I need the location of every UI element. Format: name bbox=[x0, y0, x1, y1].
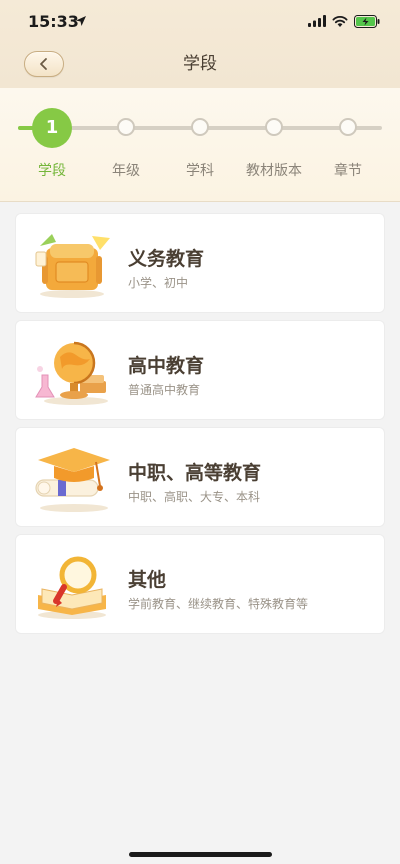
step-label-textbook-version[interactable]: 教材版本 bbox=[234, 160, 314, 180]
step-node-3[interactable] bbox=[191, 118, 209, 136]
item-subtitle: 普通高中教育 bbox=[128, 383, 201, 397]
stage-item-other[interactable]: 其他 学前教育、继续教育、特殊教育等 bbox=[15, 534, 385, 634]
navigation-bar: 学段 bbox=[0, 44, 400, 88]
status-time: 15:33 bbox=[28, 12, 79, 31]
stage-item-compulsory[interactable]: 义务教育 小学、初中 bbox=[15, 213, 385, 313]
item-subtitle: 小学、初中 bbox=[128, 276, 189, 290]
backpack-icon bbox=[35, 234, 110, 298]
home-indicator[interactable] bbox=[129, 852, 272, 857]
step-node-1[interactable]: 1 bbox=[32, 108, 72, 148]
step-label-stage[interactable]: 学段 bbox=[12, 160, 92, 180]
battery-charging-icon bbox=[354, 14, 380, 28]
cellular-signal-icon bbox=[308, 15, 326, 27]
status-bar: 15:33 bbox=[0, 0, 400, 44]
item-title: 高中教育 bbox=[128, 355, 205, 377]
globe-icon bbox=[35, 341, 108, 405]
item-title: 其他 bbox=[128, 569, 167, 591]
page-title: 学段 bbox=[183, 54, 217, 74]
item-title: 中职、高等教育 bbox=[128, 462, 262, 484]
stage-item-high-school[interactable]: 高中教育 普通高中教育 bbox=[15, 320, 385, 420]
step-label-subject[interactable]: 学科 bbox=[160, 160, 240, 180]
stage-item-vocational-higher[interactable]: 中职、高等教育 中职、高职、大专、本科 bbox=[15, 427, 385, 527]
step-label-grade[interactable]: 年级 bbox=[86, 160, 166, 180]
item-subtitle: 学前教育、继续教育、特殊教育等 bbox=[128, 597, 309, 611]
step-node-2[interactable] bbox=[117, 118, 135, 136]
location-arrow-icon bbox=[76, 16, 86, 26]
stage-list: 义务教育 小学、初中 高中教育 普通高中教育 中职、高等教育 中职、高职、大专、… bbox=[15, 213, 385, 641]
progress-stepper: 1 学段 年级 学科 教材版本 章节 bbox=[0, 88, 400, 202]
item-subtitle: 中职、高职、大专、本科 bbox=[128, 490, 261, 504]
graduation-cap-icon bbox=[35, 448, 110, 512]
magnifier-book-icon bbox=[38, 556, 106, 619]
step-node-5[interactable] bbox=[339, 118, 357, 136]
status-indicators bbox=[308, 13, 380, 29]
wifi-icon bbox=[332, 16, 348, 27]
step-node-4[interactable] bbox=[265, 118, 283, 136]
item-title: 义务教育 bbox=[128, 248, 205, 270]
step-label-chapter[interactable]: 章节 bbox=[308, 160, 388, 180]
